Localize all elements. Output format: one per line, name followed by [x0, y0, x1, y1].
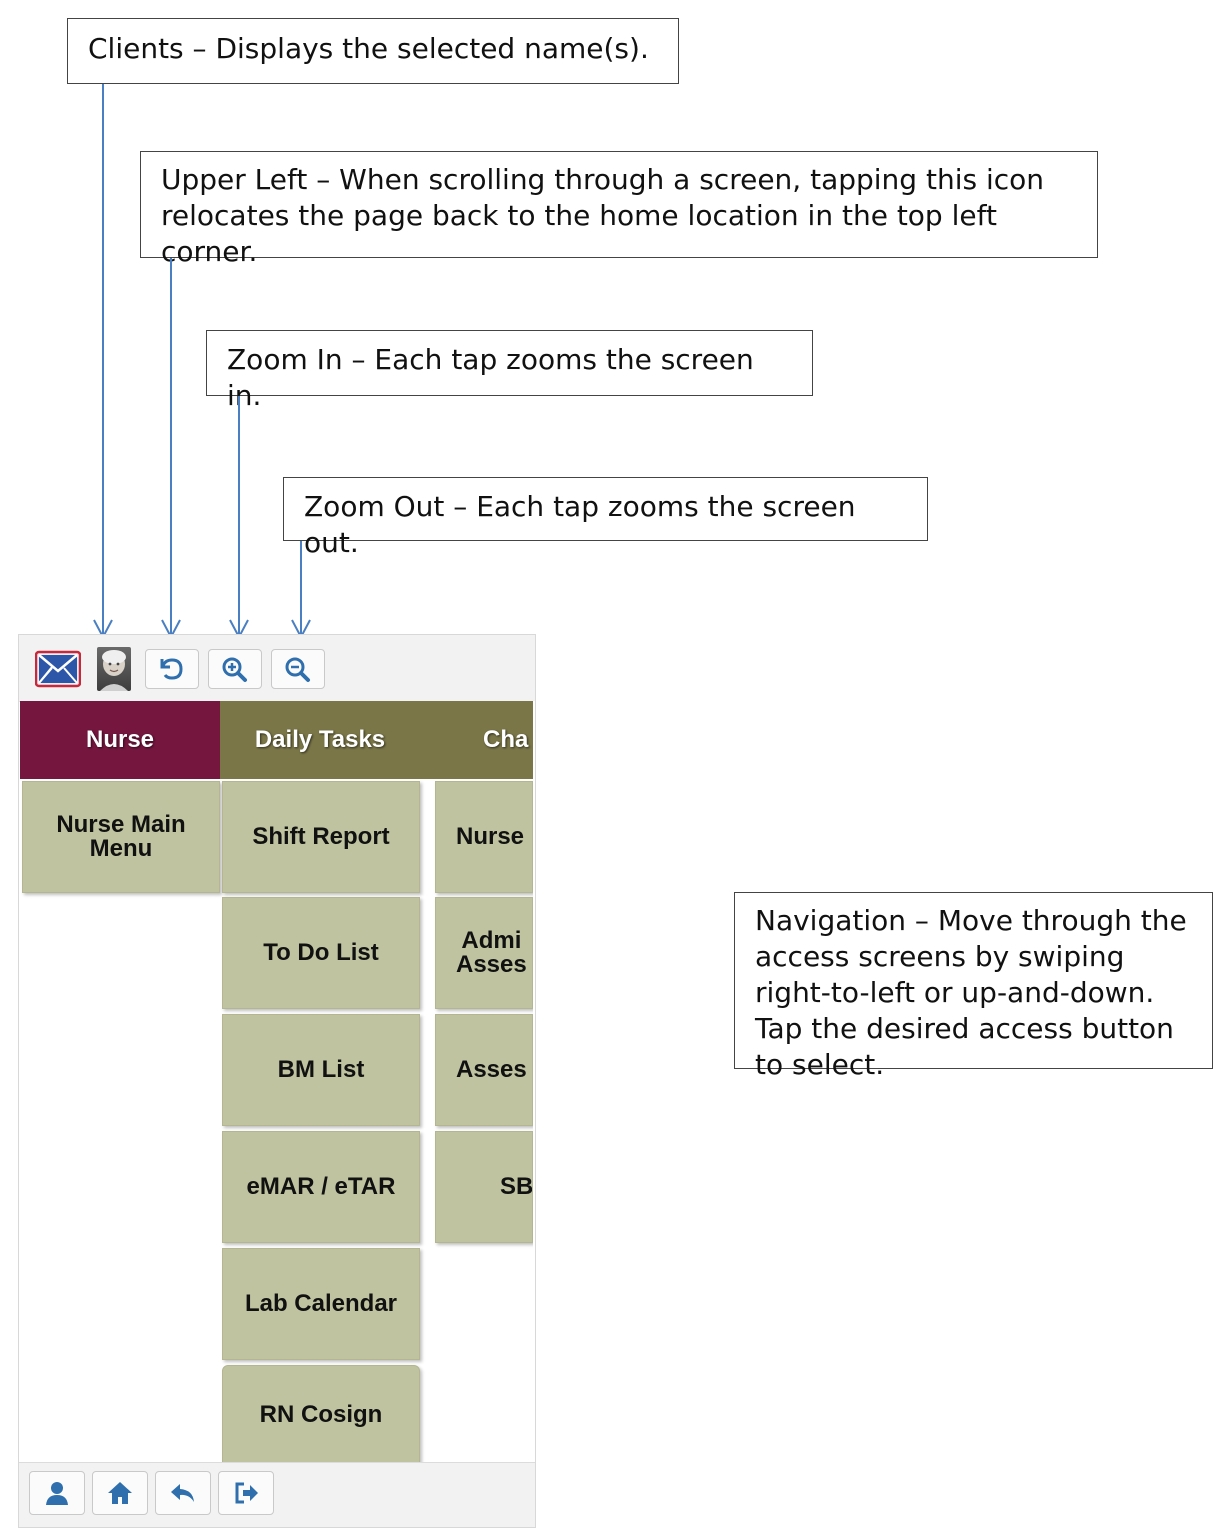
- callout-text: – Displays the selected name(s).: [183, 32, 649, 65]
- callout-zoom-out: Zoom Out – Each tap zooms the screen out…: [283, 477, 928, 559]
- app-screen: Nurse Daily Tasks Cha Nurse Main Menu Sh…: [18, 634, 536, 1528]
- tab-charting[interactable]: Cha: [420, 701, 533, 779]
- tile-lab-calendar[interactable]: Lab Calendar: [222, 1248, 420, 1360]
- callout-clients: Clients – Displays the selected name(s).: [67, 18, 679, 84]
- home-icon: [108, 1482, 132, 1504]
- tab-nurse[interactable]: Nurse: [20, 701, 220, 779]
- screen-edge: [533, 701, 535, 1461]
- callout-navigation: Navigation – Move through the access scr…: [734, 892, 1213, 1081]
- tile-shift-report[interactable]: Shift Report: [222, 781, 420, 893]
- mail-icon[interactable]: [34, 647, 82, 691]
- client-photo-avatar[interactable]: [97, 647, 131, 691]
- tab-daily-tasks[interactable]: Daily Tasks: [220, 701, 420, 779]
- tile-rn-cosign[interactable]: RN Cosign: [222, 1365, 420, 1465]
- zoom-out-icon: [285, 657, 310, 682]
- zoom-in-button[interactable]: [208, 649, 262, 689]
- tile-assessments[interactable]: Asses: [435, 1014, 533, 1126]
- back-button[interactable]: [155, 1471, 211, 1515]
- callout-term: Zoom Out: [304, 490, 445, 523]
- tile-to-do-list[interactable]: To Do List: [222, 897, 420, 1009]
- top-toolbar: [19, 635, 535, 702]
- callout-term: Zoom In: [227, 343, 343, 376]
- callout-upper-left: Upper Left – When scrolling through a sc…: [140, 151, 1098, 268]
- callout-term: Navigation: [755, 904, 907, 937]
- bottom-toolbar: [19, 1462, 535, 1527]
- user-icon: [46, 1482, 68, 1505]
- category-tabs: Nurse Daily Tasks Cha: [19, 701, 533, 779]
- tile-bm-list[interactable]: BM List: [222, 1014, 420, 1126]
- upper-left-button[interactable]: [145, 649, 199, 689]
- tile-nurse-main-menu[interactable]: Nurse Main Menu: [22, 781, 220, 893]
- logout-icon: [235, 1482, 258, 1504]
- callout-zoom-in: Zoom In – Each tap zooms the screen in.: [206, 330, 813, 412]
- upper-left-icon: [160, 658, 183, 680]
- home-button[interactable]: [92, 1471, 148, 1515]
- zoom-out-button[interactable]: [271, 649, 325, 689]
- tile-admission-assessment[interactable]: Admi Asses: [435, 897, 533, 1009]
- callout-term: Clients: [88, 32, 184, 65]
- user-button[interactable]: [29, 1471, 85, 1515]
- callout-term: Upper Left: [161, 163, 308, 196]
- back-icon: [171, 1484, 194, 1502]
- tile-emar-etar[interactable]: eMAR / eTAR: [222, 1131, 420, 1243]
- tile-sbar[interactable]: SB: [435, 1131, 533, 1243]
- logout-button[interactable]: [218, 1471, 274, 1515]
- zoom-in-icon: [222, 657, 247, 682]
- tile-nurse-charting[interactable]: Nurse: [435, 781, 533, 893]
